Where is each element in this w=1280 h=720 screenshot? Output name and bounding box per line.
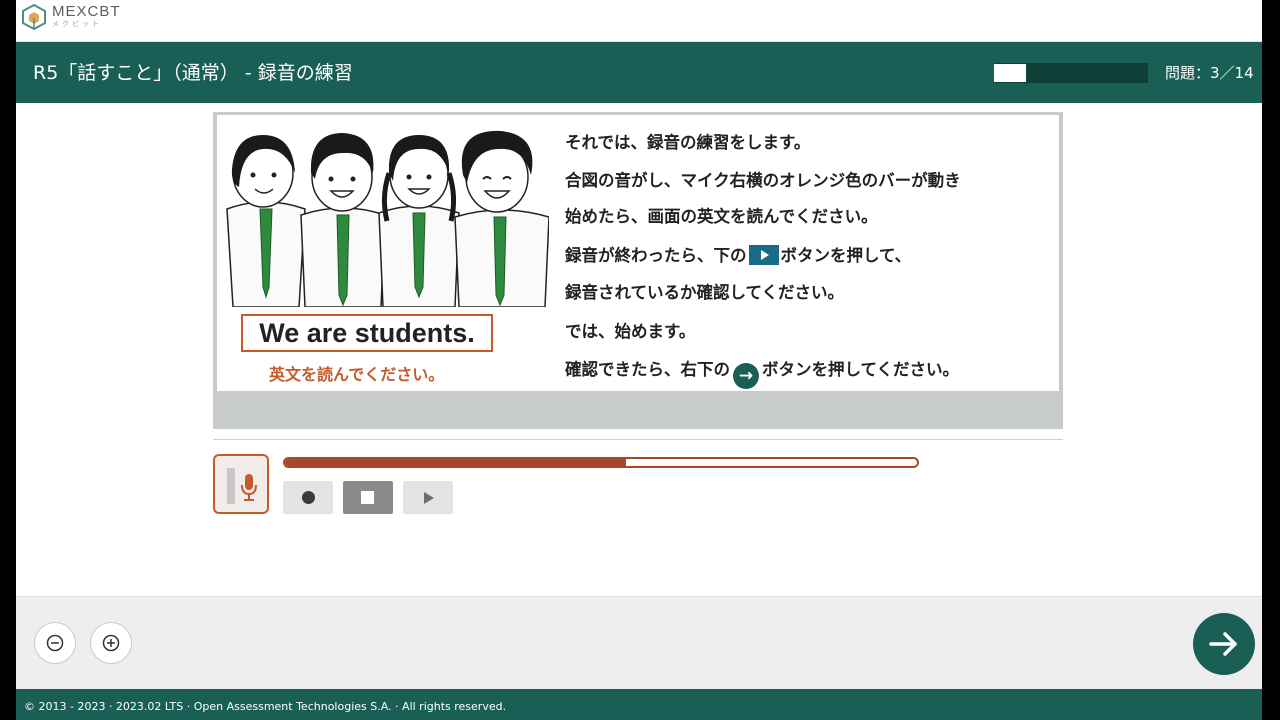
record-button[interactable] (283, 481, 333, 514)
zoom-out-icon (46, 634, 64, 652)
recording-progress-fill (285, 459, 627, 466)
top-bar: MEXCBT メクビット (16, 0, 1262, 42)
zoom-out-button[interactable] (34, 622, 76, 664)
item-header: R5「話すこと」（通常） - 録音の練習 問題：3／14 (16, 42, 1262, 103)
students-illustration: We are students. 英文を読んでください。 (219, 117, 550, 392)
recording-progress-bar (283, 457, 919, 468)
arrow-right-icon: → (733, 363, 759, 389)
instruction-line-7-start: 確認できたら、右下の (565, 360, 730, 379)
mic-input-level (227, 468, 235, 504)
instruction-line-4: 録音が終わったら、下の ボタンを押して、 (565, 245, 911, 266)
student-boy-1 (300, 133, 386, 308)
student-girl-1 (226, 135, 306, 308)
mexcbt-logo: MEXCBT メクビット (22, 4, 121, 30)
instruction-line-4-end: ボタンを押して、 (780, 246, 912, 265)
copyright-text: © 2013 - 2023 · 2023.02 LTS · Open Asses… (24, 700, 507, 713)
next-button[interactable] (1193, 613, 1255, 675)
logo-subtitle: メクビット (52, 20, 102, 28)
instruction-line-5: 録音されているか確認してください。 (565, 283, 845, 302)
students-drawing (226, 130, 550, 308)
play-icon (748, 245, 779, 265)
instruction-line-2: 合図の音がし、マイク右横のオレンジ色のバーが動き (565, 171, 961, 190)
zoom-in-icon (102, 634, 120, 652)
cube-logo-icon (22, 4, 46, 30)
prompt-image: We are students. 英文を読んでください。 それでは、録音の練習を… (217, 115, 1059, 391)
instruction-line-4-start: 録音が終わったら、下の (565, 246, 747, 265)
instruction-line-3: 始めたら、画面の英文を読んでください。 (565, 207, 878, 226)
stop-button[interactable] (343, 481, 393, 514)
arrow-right-icon (1209, 632, 1237, 656)
logo-name: MEXCBT (52, 3, 121, 20)
test-window: MEXCBT メクビット R5「話すこと」（通常） - 録音の練習 問題：3／1… (16, 0, 1262, 720)
read-aloud-caption: 英文を読んでください。 (269, 365, 445, 384)
bottom-toolbar (16, 596, 1262, 690)
test-progress-fill (994, 64, 1027, 82)
divider (213, 439, 1063, 440)
zoom-in-button[interactable] (90, 622, 132, 664)
instruction-line-7-end: ボタンを押してください。 (762, 360, 960, 379)
student-boy-2 (454, 130, 550, 308)
instruction-line-6: では、始めます。 (565, 322, 696, 341)
english-sentence-box: We are students. (241, 314, 493, 352)
prompt-panel: We are students. 英文を読んでください。 それでは、録音の練習を… (213, 112, 1063, 429)
question-counter: 問題：3／14 (1165, 64, 1254, 82)
instruction-line-1: それでは、録音の練習をします。 (565, 133, 811, 152)
instruction-line-7: 確認できたら、右下の → ボタンを押してください。 (565, 360, 959, 389)
test-progress-bar (994, 63, 1148, 83)
microphone-icon (241, 474, 257, 501)
item-title: R5「話すこと」（通常） - 録音の練習 (33, 62, 353, 84)
footer: © 2013 - 2023 · 2023.02 LTS · Open Asses… (16, 689, 1262, 720)
play-button[interactable] (403, 481, 453, 514)
student-girl-2 (378, 135, 460, 308)
microphone-button[interactable] (213, 454, 269, 514)
